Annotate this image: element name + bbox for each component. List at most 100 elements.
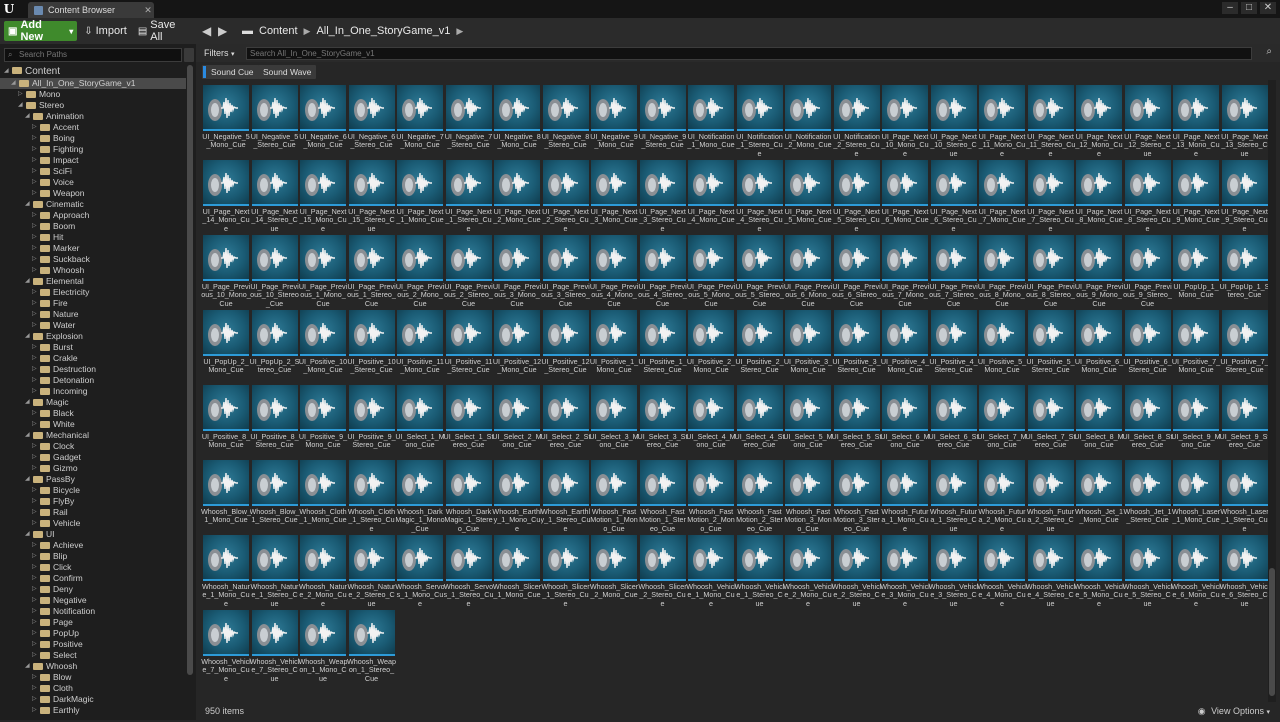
collapsed-arrow-icon[interactable]: ▷ bbox=[32, 155, 40, 166]
asset-tile[interactable]: Whoosh_Futura_1_Stereo_Cue bbox=[930, 460, 977, 533]
tree-item[interactable]: ▷ Gadget bbox=[0, 452, 186, 463]
asset-tile[interactable]: UI_Page_Next_9_Mono_Cue bbox=[1172, 160, 1220, 230]
asset-tile[interactable]: UI_Page_Next_10_Mono_Cue bbox=[881, 85, 929, 158]
asset-tile[interactable]: UI_Positive_5_Mono_Cue bbox=[978, 310, 1026, 380]
asset-tile[interactable]: UI_Page_Previous_9_Mono_Cue bbox=[1075, 235, 1123, 308]
tree-item[interactable]: ▷ PopUp bbox=[0, 628, 186, 639]
collapsed-arrow-icon[interactable]: ▷ bbox=[32, 606, 40, 617]
asset-tile[interactable]: Whoosh_Vehicle_5_Stereo_Cue bbox=[1123, 535, 1172, 608]
tree-item[interactable]: ▷ Crakle bbox=[0, 353, 186, 364]
asset-tile[interactable]: UI_Page_Next_5_Mono_Cue bbox=[784, 160, 832, 230]
expanded-arrow-icon[interactable]: ◢ bbox=[25, 331, 33, 342]
asset-tile[interactable]: UI_Page_Next_6_Mono_Cue bbox=[881, 160, 929, 230]
tree-item[interactable]: ▷ Gizmo bbox=[0, 463, 186, 474]
asset-tile[interactable]: UI_Page_Next_8_Stereo_Cue bbox=[1124, 160, 1171, 233]
asset-tile[interactable]: Whoosh_FastMotion_2_Stereo_Cue bbox=[736, 460, 783, 533]
asset-tile[interactable]: UI_Page_Next_12_Mono_Cue bbox=[1075, 85, 1123, 158]
collapsed-arrow-icon[interactable]: ▷ bbox=[32, 122, 40, 133]
asset-tile[interactable]: UI_Select_2_Mono_Cue bbox=[492, 385, 542, 455]
asset-tile[interactable]: Whoosh_Futura_2_Stereo_Cue bbox=[1027, 460, 1074, 533]
tree-item[interactable]: ▷ Mono bbox=[0, 89, 186, 100]
tree-item[interactable]: ▷ White bbox=[0, 419, 186, 430]
asset-tile[interactable]: Whoosh_Vehicle_6_Stereo_Cue bbox=[1220, 535, 1268, 608]
asset-tile[interactable]: Whoosh_Vehicle_7_Mono_Cue bbox=[201, 610, 251, 683]
tree-item[interactable]: ▷ Confirm bbox=[0, 573, 186, 584]
asset-tile[interactable]: UI_Page_Next_4_Mono_Cue bbox=[687, 160, 735, 230]
asset-tile[interactable]: UI_Page_Next_6_Stereo_Cue bbox=[930, 160, 977, 233]
asset-tile[interactable]: UI_Positive_5_Stereo_Cue bbox=[1026, 310, 1075, 380]
asset-tile[interactable]: UI_Page_Next_11_Stereo_Cue bbox=[1026, 85, 1075, 158]
asset-tile[interactable]: UI_Select_9_Stereo_Cue bbox=[1220, 385, 1268, 455]
asset-tile[interactable]: UI_Notification_2_Stereo_Cue bbox=[833, 85, 880, 158]
asset-tile[interactable]: UI_Positive_6_Mono_Cue bbox=[1075, 310, 1123, 380]
asset-tile[interactable]: UI_Negative_8_Stereo_Cue bbox=[542, 85, 589, 155]
asset-tile[interactable]: Whoosh_Vehicle_2_Mono_Cue bbox=[783, 535, 833, 608]
expanded-arrow-icon[interactable]: ◢ bbox=[25, 474, 33, 485]
add-new-button[interactable]: ▣ Add New ▾ bbox=[4, 19, 78, 43]
breadcrumb-storygame[interactable]: All_In_One_StoryGame_v1 bbox=[316, 25, 450, 37]
tree-item[interactable]: ◢ Elemental bbox=[0, 276, 186, 287]
collapsed-arrow-icon[interactable]: ▷ bbox=[32, 287, 40, 298]
collapsed-arrow-icon[interactable]: ▷ bbox=[32, 650, 40, 661]
asset-tile[interactable]: Whoosh_Vehicle_1_Mono_Cue bbox=[686, 535, 736, 608]
asset-tile[interactable]: UI_Negative_6_Mono_Cue bbox=[299, 85, 347, 155]
collapsed-arrow-icon[interactable]: ▷ bbox=[32, 551, 40, 562]
asset-tile[interactable]: UI_Notification_2_Mono_Cue bbox=[784, 85, 832, 155]
collapsed-arrow-icon[interactable]: ▷ bbox=[32, 694, 40, 705]
asset-tile[interactable]: UI_Select_2_Stereo_Cue bbox=[541, 385, 590, 455]
tree-item[interactable]: ▷ Burst bbox=[0, 342, 186, 353]
collapsed-arrow-icon[interactable]: ▷ bbox=[32, 386, 40, 397]
asset-tile[interactable]: Whoosh_Vehicle_4_Mono_Cue bbox=[977, 535, 1027, 608]
asset-tile[interactable]: UI_Select_4_Mono_Cue bbox=[686, 385, 736, 455]
collapsed-arrow-icon[interactable]: ▷ bbox=[32, 342, 40, 353]
asset-tile[interactable]: UI_Page_Previous_3_Mono_Cue bbox=[493, 235, 541, 308]
expanded-arrow-icon[interactable]: ◢ bbox=[4, 65, 12, 78]
asset-tile[interactable]: UI_Positive_1_Stereo_Cue bbox=[638, 310, 687, 380]
tab-content-browser[interactable]: Content Browser ✕ bbox=[28, 2, 154, 18]
asset-tile[interactable]: UI_Page_Next_14_Stereo_Cue bbox=[251, 160, 298, 233]
asset-tile[interactable]: UI_Select_3_Stereo_Cue bbox=[638, 385, 687, 455]
tree-item[interactable]: ▷ Earthly bbox=[0, 705, 186, 716]
tree-item[interactable]: ◢ Mechanical bbox=[0, 430, 186, 441]
asset-search-input[interactable]: Search All_In_One_StoryGame_v1 bbox=[246, 47, 1252, 60]
collapsed-arrow-icon[interactable]: ▷ bbox=[32, 639, 40, 650]
asset-tile[interactable]: Whoosh_Vehicle_5_Mono_Cue bbox=[1074, 535, 1124, 608]
asset-tile[interactable]: UI_Positive_2_Mono_Cue bbox=[687, 310, 735, 380]
asset-tile[interactable]: UI_Page_Previous_10_Mono_Cue bbox=[201, 235, 251, 308]
tree-item[interactable]: ▷ Select bbox=[0, 650, 186, 661]
asset-tile[interactable]: Whoosh_Cloth_1_Stereo_Cue bbox=[348, 460, 395, 533]
asset-tile[interactable]: UI_Page_Next_15_Stereo_Cue bbox=[348, 160, 395, 233]
asset-tile[interactable]: Whoosh_Vehicle_2_Stereo_Cue bbox=[832, 535, 881, 608]
breadcrumb-separator-icon[interactable]: ▶ bbox=[304, 26, 311, 37]
view-options-button[interactable]: ◉ View Options ▾ bbox=[1198, 702, 1270, 722]
asset-tile[interactable]: UI_Negative_7_Mono_Cue bbox=[396, 85, 444, 155]
collapsed-arrow-icon[interactable]: ▷ bbox=[32, 628, 40, 639]
asset-tile[interactable]: UI_Page_Previous_10_Stereo_Cue bbox=[250, 235, 299, 308]
asset-tile[interactable]: Whoosh_Weapon_1_Mono_Cue bbox=[298, 610, 348, 683]
expanded-arrow-icon[interactable]: ◢ bbox=[25, 199, 33, 210]
asset-tile[interactable]: UI_Page_Previous_1_Mono_Cue bbox=[299, 235, 347, 308]
asset-tile[interactable]: Whoosh_Earthly_1_Stereo_Cue bbox=[541, 460, 590, 533]
asset-tile[interactable]: UI_Page_Next_7_Stereo_Cue bbox=[1027, 160, 1074, 233]
collapsed-arrow-icon[interactable]: ▷ bbox=[32, 320, 40, 331]
tree-item[interactable]: ▷ Weapon bbox=[0, 188, 186, 199]
asset-tile[interactable]: UI_Select_5_Stereo_Cue bbox=[832, 385, 881, 455]
tree-item[interactable]: ◢ Animation bbox=[0, 111, 186, 122]
tree-item[interactable]: ▷ SciFi bbox=[0, 166, 186, 177]
asset-tile[interactable]: UI_Page_Next_5_Stereo_Cue bbox=[833, 160, 880, 233]
tree-item[interactable]: ◢ Content bbox=[0, 65, 186, 78]
expanded-arrow-icon[interactable]: ◢ bbox=[11, 78, 19, 89]
collapsed-arrow-icon[interactable]: ▷ bbox=[32, 188, 40, 199]
expanded-arrow-icon[interactable]: ◢ bbox=[25, 529, 33, 540]
asset-tile[interactable]: UI_Positive_12_Mono_Cue bbox=[493, 310, 541, 380]
tree-item[interactable]: ▷ DarkMagic bbox=[0, 694, 186, 705]
collapsed-arrow-icon[interactable]: ▷ bbox=[32, 441, 40, 452]
asset-tile[interactable]: UI_Page_Next_9_Stereo_Cue bbox=[1221, 160, 1268, 233]
tree-item[interactable]: ▷ Boom bbox=[0, 221, 186, 232]
tree-item[interactable]: ◢ Stereo bbox=[0, 100, 186, 111]
tree-item[interactable]: ▷ Nature bbox=[0, 309, 186, 320]
tree-item[interactable]: ▷ Page bbox=[0, 617, 186, 628]
expanded-arrow-icon[interactable]: ◢ bbox=[18, 100, 26, 111]
asset-tile[interactable]: Whoosh_Nature_2_Stereo_Cue bbox=[348, 535, 395, 608]
asset-tile[interactable]: Whoosh_Cloth_1_Mono_Cue bbox=[299, 460, 347, 530]
